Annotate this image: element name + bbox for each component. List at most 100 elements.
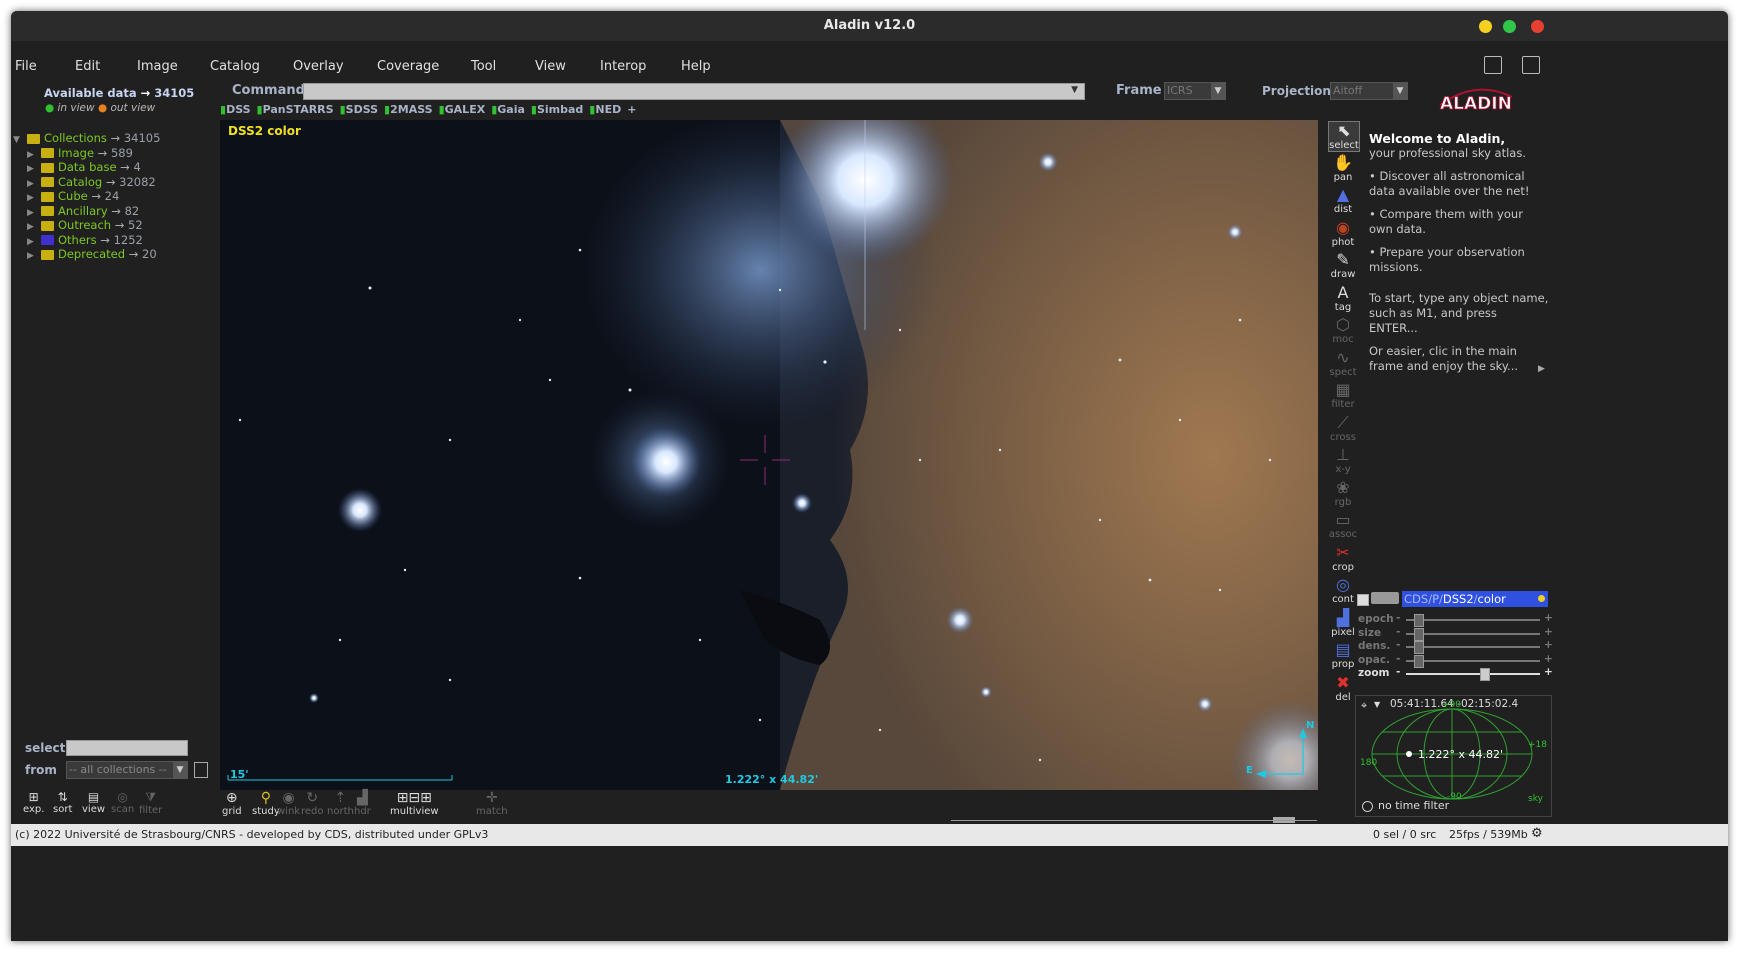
quick-link-add[interactable]: + (627, 103, 636, 116)
fullscreen-icon[interactable] (1522, 56, 1540, 74)
restore-icon[interactable] (1484, 56, 1502, 74)
time-filter-label[interactable]: no time filter (1378, 799, 1449, 812)
collapsed-arrow-icon[interactable]: ▶ (27, 164, 35, 174)
slider-thumb[interactable] (1480, 668, 1490, 681)
menu-help[interactable]: Help (681, 59, 711, 74)
tree-item-cube[interactable]: ▶ Cube → 24 (27, 189, 119, 204)
quick-link-sdss[interactable]: ▮SDSS (340, 103, 378, 116)
slider-track (1406, 673, 1540, 675)
maximize-button[interactable] (1503, 20, 1516, 33)
tool-label: north (327, 806, 354, 817)
quick-link-gaia[interactable]: ▮Gaia (491, 103, 525, 116)
expand-icon[interactable]: ⊞ exp. (23, 790, 44, 815)
tool-multiview[interactable]: ⊞⊟⊞ multiview (390, 790, 439, 817)
collapsed-arrow-icon[interactable]: ▶ (27, 222, 35, 232)
slider-track (1406, 659, 1540, 662)
slider-size: size - + (1358, 625, 1554, 641)
tree-item-image[interactable]: ▶ Image → 589 (27, 146, 133, 161)
slider-epoch: epoch - + (1358, 612, 1554, 627)
layer-checkbox[interactable] (1357, 594, 1369, 606)
tool-label: multiview (390, 806, 439, 817)
minimize-button[interactable] (1479, 20, 1492, 33)
menu-edit[interactable]: Edit (75, 59, 100, 74)
tree-item-deprecated[interactable]: ▶ Deprecated → 20 (27, 247, 157, 262)
tool-label: cont (1332, 594, 1354, 605)
sort-icon[interactable]: ⇅ sort (53, 790, 72, 815)
chevron-down-icon[interactable]: ▼ (1211, 83, 1225, 99)
window-title: Aladin v12.0 (823, 18, 916, 33)
tool-crop[interactable]: ✂ crop (1328, 543, 1358, 573)
menu-tool[interactable]: Tool (471, 59, 496, 74)
match-icon: ✛ (485, 790, 498, 806)
tool-label: cross (1330, 431, 1356, 443)
tool-pan[interactable]: ✋ pan (1328, 153, 1358, 183)
quick-link-dss[interactable]: ▮DSS (220, 103, 251, 116)
next-arrow-icon[interactable]: ▶ (1538, 364, 1545, 374)
command-dropdown-icon[interactable]: ▼ (1071, 85, 1078, 95)
select-input[interactable] (66, 740, 188, 756)
quick-link-galex[interactable]: ▮GALEX (439, 103, 486, 116)
layer-bar[interactable]: CDS/P/DSS2/color (1402, 591, 1548, 607)
expanded-arrow-icon[interactable]: ▼ (13, 135, 21, 145)
folder-icon (41, 177, 54, 187)
collapsed-arrow-icon[interactable]: ▶ (27, 251, 35, 261)
tool-prop[interactable]: ▤ prop (1328, 641, 1358, 671)
tree-item-others[interactable]: ▶ Others → 1252 (27, 233, 143, 248)
tree-item-data-base[interactable]: ▶ Data base → 4 (27, 160, 141, 175)
activity-icon: ⚙ (1531, 826, 1543, 841)
status-bar: (c) 2022 Université de Strasbourg/CNRS -… (11, 824, 1728, 846)
view-icon[interactable]: ▤ view (82, 790, 105, 815)
menu-coverage[interactable]: Coverage (377, 59, 439, 74)
mini-map[interactable]: ⌖ ▼ 05:41:11.64 -02:15:02.4 1.222° x 44.… (1355, 695, 1552, 817)
quick-link-simbad[interactable]: ▮Simbad (531, 103, 583, 116)
sky-view[interactable]: DSS2 color 15' 1.222° x 44.82' N E (220, 120, 1318, 790)
tool-tag[interactable]: Atag (1328, 283, 1358, 313)
collapsed-arrow-icon[interactable]: ▶ (27, 179, 35, 189)
tool-label: select (1329, 140, 1359, 151)
tool-select[interactable]: ⬉ select (1328, 121, 1360, 152)
projection-select[interactable]: Aitoff ▼ (1330, 82, 1408, 100)
plus-icon: + (1544, 625, 1553, 638)
menu-catalog[interactable]: Catalog (210, 59, 260, 74)
tool-study[interactable]: ⚲ study (252, 790, 280, 817)
tree-item-ancillary[interactable]: ▶ Ancillary → 82 (27, 204, 139, 219)
filter-settings-icon[interactable] (194, 762, 208, 778)
collapsed-arrow-icon[interactable]: ▶ (27, 193, 35, 203)
menu-view[interactable]: View (535, 59, 566, 74)
slider-thumb (1414, 654, 1424, 668)
menu-interop[interactable]: Interop (600, 59, 646, 74)
frame-select[interactable]: ICRS ▼ (1164, 82, 1226, 100)
tool-pixel[interactable]: ▟ pixel (1328, 608, 1358, 638)
command-input[interactable]: ▼ (303, 83, 1085, 100)
close-button[interactable] (1531, 20, 1544, 33)
tree-item-catalog[interactable]: ▶ Catalog → 32082 (27, 175, 156, 190)
slider-thumb (1414, 627, 1424, 641)
mini-label-top: +90 (1442, 700, 1461, 710)
menu-file[interactable]: File (15, 59, 37, 74)
tool-del[interactable]: ✖ del (1328, 673, 1358, 703)
folder-icon (41, 235, 54, 245)
selection-count: 0 sel / 0 src (1373, 828, 1437, 841)
tree-item-outreach[interactable]: ▶ Outreach → 52 (27, 218, 143, 233)
folder-icon (41, 249, 54, 260)
collapsed-arrow-icon[interactable]: ▶ (27, 150, 35, 160)
tool-phot[interactable]: ◉ phot (1328, 218, 1358, 248)
quick-link-panstarrs[interactable]: ▮PanSTARRS (257, 103, 334, 116)
tool-grid[interactable]: ⊕ grid (222, 790, 242, 817)
collapsed-arrow-icon[interactable]: ▶ (27, 237, 35, 247)
welcome-bullet: • Prepare your observation missions. (1369, 245, 1525, 274)
quick-link-2mass[interactable]: ▮2MASS (384, 103, 433, 116)
chevron-down-icon[interactable]: ▼ (1393, 83, 1407, 99)
from-select[interactable]: -- all collections -- ▼ (66, 761, 188, 779)
slider-zoom[interactable]: zoom - + (1358, 666, 1554, 681)
menu-overlay[interactable]: Overlay (293, 59, 344, 74)
tool-dist[interactable]: ▲ dist (1328, 186, 1358, 216)
tree-item-collections[interactable]: ▼ Collections → 34105 (13, 131, 160, 146)
aladin-logo: ALADIN (1436, 83, 1516, 114)
quick-link-ned[interactable]: ▮NED (589, 103, 621, 116)
collapsed-arrow-icon[interactable]: ▶ (27, 208, 35, 218)
tool-cont[interactable]: ◎ cont (1328, 576, 1358, 606)
tool-draw[interactable]: ✎ draw (1328, 251, 1358, 281)
menu-image[interactable]: Image (137, 59, 178, 74)
chevron-down-icon[interactable]: ▼ (173, 762, 187, 778)
